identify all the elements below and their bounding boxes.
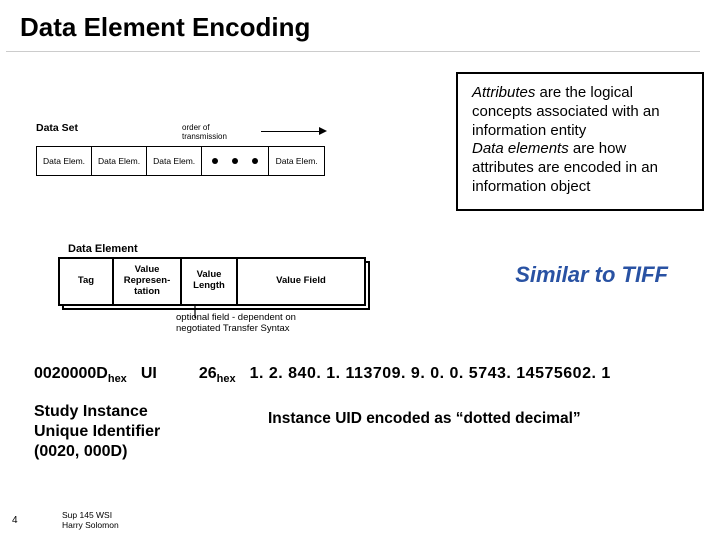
page-number: 4 [12,515,18,526]
study-l2: Unique Identifier [34,423,160,440]
data-elem-cell: Data Elem. [147,147,202,175]
opt-note-l2: negotiated Transfer Syntax [176,323,290,334]
hex-sub: hex [108,373,127,385]
ex-tag-hex: 0020000D [34,365,108,382]
data-element-table: Tag Value Represen- tation Value Length … [58,257,366,306]
study-l3: (0020, 000D) [34,443,127,460]
order-text: order of transmission [182,123,255,141]
optional-field-note: optional field - dependent on negotiated… [176,312,296,335]
data-element-diagram: Data Element Tag Value Represen- tation … [58,243,366,306]
field-vr: Value Represen- tation [114,259,182,304]
arrow-right-icon [261,128,325,136]
example-row: 0020000Dhex UI 26hex 1. 2. 840. 1. 11370… [34,365,611,385]
study-instance-label: Study Instance Unique Identifier (0020, … [34,402,160,462]
ex-len: 26hex [199,365,236,385]
field-tag: Tag [60,259,114,304]
data-elem-cell: Data Elem. [37,147,92,175]
callout-elem-line: Data elements are how attributes are enc… [472,140,690,196]
data-elem-cell: Data Elem. [92,147,147,175]
callout-elem-em: Data elements [472,140,569,157]
hex-sub: hex [217,373,236,385]
field-vf: Value Field [238,259,364,304]
callout-box: Attributes are the logical concepts asso… [456,72,704,211]
page-title: Data Element Encoding [0,0,720,51]
footer-credit: Sup 145 WSI Harry Solomon [62,511,119,530]
callout-attr-line: Attributes are the logical concepts asso… [472,84,690,140]
ex-vr: UI [141,365,157,383]
ellipsis-cell [202,147,269,175]
order-of-transmission: order of transmission [182,123,325,141]
opt-note-l1: optional field - dependent on [176,312,296,323]
callout-attr-em: Attributes [472,84,535,101]
footer-l2: Harry Solomon [62,520,119,530]
encoding-note: Instance UID encoded as “dotted decimal” [268,410,581,428]
data-elem-cell: Data Elem. [269,147,324,175]
field-vl: Value Length [182,259,238,304]
tiff-note: Similar to TIFF [515,262,668,288]
ex-uid: 1. 2. 840. 1. 113709. 9. 0. 0. 5743. 145… [250,365,611,383]
ex-len-val: 26 [199,365,217,382]
dot-icon [232,158,238,164]
data-set-table: Data Elem. Data Elem. Data Elem. Data El… [36,146,325,176]
data-set-diagram: Data Set order of transmission Data Elem… [36,122,325,176]
title-divider [6,51,700,52]
data-element-label: Data Element [68,243,366,255]
ex-tag: 0020000Dhex [34,365,127,385]
study-l1: Study Instance [34,403,148,420]
dot-icon [212,158,218,164]
dot-icon [252,158,258,164]
